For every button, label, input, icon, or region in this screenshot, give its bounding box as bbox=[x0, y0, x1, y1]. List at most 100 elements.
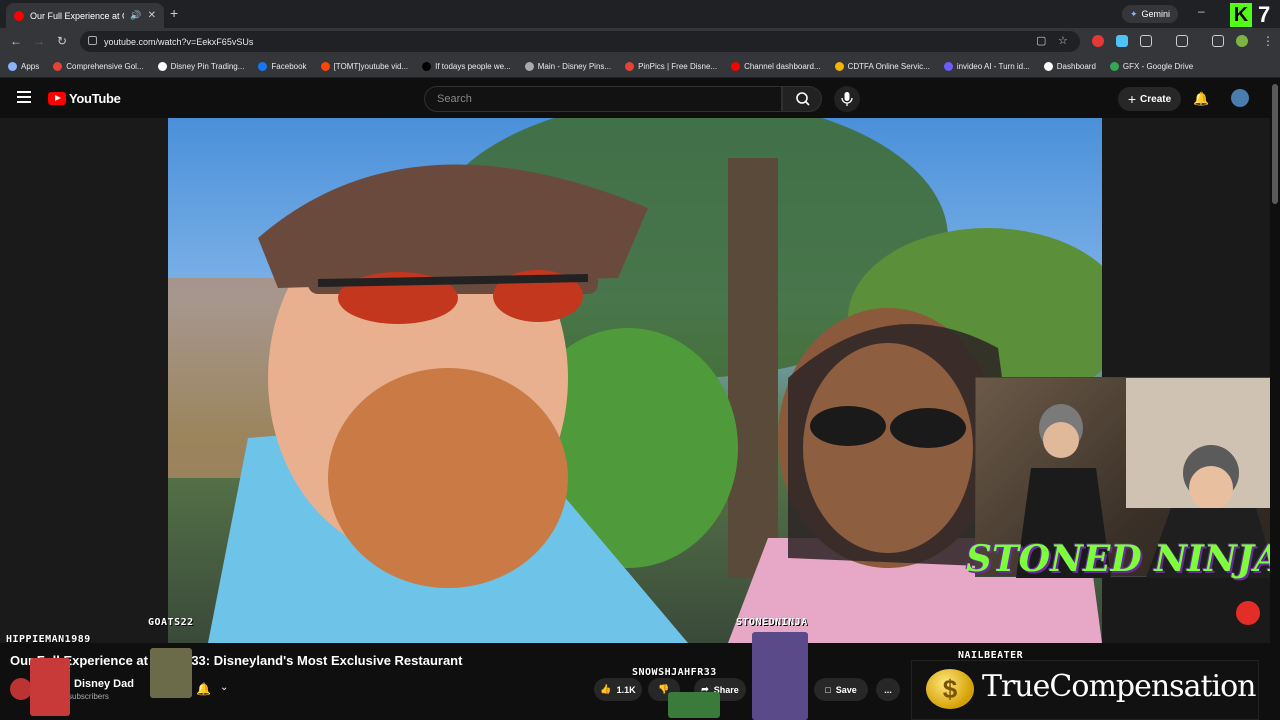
create-label: Create bbox=[1140, 93, 1172, 105]
tab-title: Our Full Experience at CLUB bbox=[30, 10, 124, 21]
overlay-number: 7 bbox=[1258, 2, 1271, 27]
character-sprite bbox=[668, 692, 720, 718]
bookmark-item[interactable]: invideo AI - Turn id... bbox=[943, 61, 1030, 71]
bookmark-favicon-icon bbox=[8, 61, 17, 71]
extension-blue-icon[interactable] bbox=[1116, 35, 1128, 47]
gemini-button[interactable]: ✦ Gemini bbox=[1122, 5, 1179, 23]
video-title: Our Full Experience at CLUB 33: Disneyla… bbox=[10, 653, 463, 668]
bookmark-item[interactable]: [TOMT]youtube vid... bbox=[320, 61, 409, 71]
profile-icon[interactable] bbox=[1236, 35, 1248, 47]
video-player[interactable] bbox=[168, 118, 1102, 643]
microphone-icon bbox=[841, 92, 853, 106]
bookmark-favicon-icon bbox=[1043, 61, 1053, 71]
bookmark-item[interactable]: CDTFA Online Servic... bbox=[834, 61, 930, 71]
bookmark-favicon-icon bbox=[943, 61, 953, 71]
chrome-menu-icon[interactable]: ⋮ bbox=[1262, 34, 1274, 48]
bookmark-item[interactable]: Main - Disney Pins... bbox=[524, 61, 612, 71]
viewer-tag: SNOWSHJAHFR33 bbox=[632, 667, 717, 678]
install-icon[interactable]: ▢ bbox=[1036, 34, 1046, 47]
bookmark-item[interactable]: Disney Pin Trading... bbox=[157, 61, 244, 71]
save-bookmark-icon: □ bbox=[825, 684, 831, 695]
chevron-down-icon[interactable]: ⌄ bbox=[220, 682, 228, 693]
bookmark-label: Apps bbox=[21, 61, 40, 71]
bookmark-favicon-icon bbox=[320, 61, 330, 71]
bookmark-favicon-icon bbox=[53, 61, 63, 71]
url-text: youtube.com/watch?v=EekxF65vSUs bbox=[104, 36, 254, 47]
address-bar[interactable]: youtube.com/watch?v=EekxF65vSUs bbox=[80, 31, 1080, 52]
youtube-logo-icon[interactable] bbox=[48, 92, 66, 105]
bookmark-item[interactable]: Channel dashboard... bbox=[731, 61, 821, 71]
bookmark-item[interactable]: Apps bbox=[8, 61, 40, 71]
browser-tab-bar: Our Full Experience at CLUB 🔊 ✕ + ✦ Gemi… bbox=[0, 0, 1280, 28]
viewer-tag: GOATS22 bbox=[148, 617, 194, 628]
video-frame bbox=[168, 118, 1102, 643]
like-button[interactable]: 👍 1.1K bbox=[594, 678, 642, 701]
viewer-tag: STONEDNINJA bbox=[736, 617, 808, 628]
channel-name[interactable]: Disney Dad bbox=[74, 678, 134, 690]
extension-red-icon[interactable] bbox=[1092, 35, 1104, 47]
bookmark-favicon-icon bbox=[258, 61, 268, 71]
bookmark-label: GFX - Google Drive bbox=[1122, 61, 1194, 71]
youtube-logo-text[interactable]: YouTube bbox=[69, 91, 121, 106]
knuckles-sprite bbox=[30, 658, 70, 716]
bookmark-label: PinPics | Free Disne... bbox=[638, 61, 718, 71]
save-label: Save bbox=[835, 684, 857, 695]
minimize-window-icon[interactable]: – bbox=[1198, 4, 1205, 18]
scrollbar-thumb[interactable] bbox=[1272, 84, 1278, 204]
youtube-header: YouTube Search + Create 🔔 bbox=[0, 79, 1280, 118]
more-actions-button[interactable]: ... bbox=[876, 678, 900, 701]
search-button[interactable] bbox=[782, 86, 822, 112]
bookmark-item[interactable]: Dashboard bbox=[1043, 61, 1096, 71]
character-sprite bbox=[752, 632, 808, 720]
sparkle-icon: ✦ bbox=[1130, 8, 1138, 19]
sponsor-banner: $ TrueCompensation bbox=[911, 660, 1259, 720]
side-panel-icon[interactable] bbox=[1176, 35, 1188, 47]
bookmark-favicon-icon bbox=[834, 61, 844, 71]
save-button[interactable]: □ Save bbox=[814, 678, 868, 701]
speaker-icon[interactable]: 🔊 bbox=[130, 10, 141, 21]
bookmark-label: Main - Disney Pins... bbox=[537, 61, 612, 71]
extensions-puzzle-icon[interactable] bbox=[1140, 35, 1152, 47]
bookmark-item[interactable]: PinPics | Free Disne... bbox=[625, 61, 718, 71]
create-button[interactable]: + Create bbox=[1118, 87, 1181, 111]
media-controls-icon[interactable] bbox=[1212, 35, 1224, 47]
viewer-tag: HIPPIEMAN1989 bbox=[6, 634, 91, 645]
bookmark-item[interactable]: GFX - Google Drive bbox=[1109, 61, 1194, 71]
plus-icon: + bbox=[1127, 91, 1137, 107]
bookmark-favicon-icon bbox=[1109, 61, 1119, 71]
bookmark-item[interactable]: Comprehensive Gol... bbox=[53, 61, 144, 71]
close-tab-icon[interactable]: ✕ bbox=[148, 10, 156, 21]
bookmark-label: Dashboard bbox=[1056, 61, 1096, 71]
subscription-bell-icon[interactable]: 🔔 bbox=[196, 682, 211, 696]
channel-avatar[interactable] bbox=[10, 678, 32, 700]
bookmark-item[interactable]: Facebook bbox=[258, 61, 307, 71]
youtube-favicon-icon bbox=[14, 10, 24, 21]
youtube-subscribe-icon bbox=[1236, 601, 1260, 625]
bookmark-label: Comprehensive Gol... bbox=[66, 61, 144, 71]
bookmark-favicon-icon bbox=[524, 61, 534, 71]
back-icon[interactable]: ← bbox=[10, 34, 22, 48]
more-icon: ... bbox=[884, 684, 892, 695]
voice-search-button[interactable] bbox=[834, 86, 860, 112]
menu-icon[interactable] bbox=[17, 91, 31, 103]
coin-icon: $ bbox=[926, 669, 974, 709]
forward-icon[interactable]: → bbox=[33, 34, 45, 48]
bookmarks-bar: Apps Comprehensive Gol... Disney Pin Tradi… bbox=[0, 55, 1280, 78]
bookmark-label: [TOMT]youtube vid... bbox=[333, 61, 409, 71]
bookmark-label: Channel dashboard... bbox=[744, 61, 821, 71]
stoned-ninja-banner: STONED NINJA bbox=[966, 538, 1280, 580]
bookmark-star-icon[interactable]: ☆ bbox=[1058, 34, 1068, 47]
browser-tab[interactable]: Our Full Experience at CLUB 🔊 ✕ bbox=[6, 3, 164, 28]
new-tab-button[interactable]: + bbox=[170, 5, 178, 21]
bookmark-label: If todays people we... bbox=[435, 61, 511, 71]
account-avatar[interactable] bbox=[1231, 89, 1249, 107]
character-sprite bbox=[150, 648, 192, 698]
browser-toolbar: ← → ↻ youtube.com/watch?v=EekxF65vSUs ▢ … bbox=[0, 28, 1280, 55]
sponsor-text: TrueCompensation bbox=[982, 669, 1256, 704]
reload-icon[interactable]: ↻ bbox=[57, 34, 67, 48]
site-info-icon[interactable] bbox=[88, 36, 97, 45]
bookmark-favicon-icon bbox=[625, 61, 635, 71]
bookmark-item[interactable]: If todays people we... bbox=[422, 61, 511, 71]
notifications-bell-icon[interactable]: 🔔 bbox=[1193, 91, 1209, 107]
search-input[interactable]: Search bbox=[424, 86, 782, 112]
